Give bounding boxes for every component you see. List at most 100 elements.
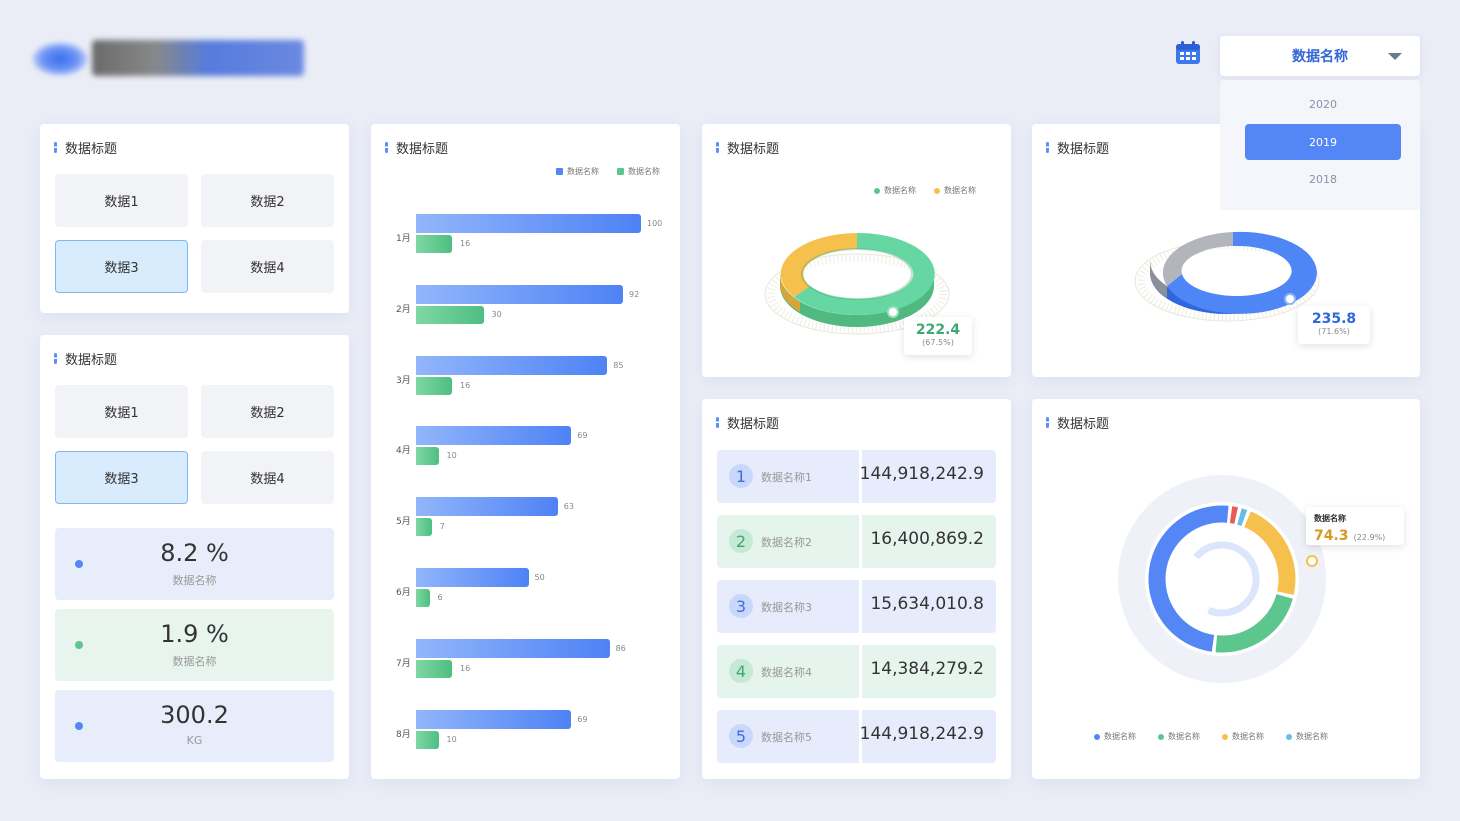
legend-swatch — [617, 168, 624, 175]
bar-series2[interactable] — [416, 589, 430, 607]
tile-data3[interactable]: 数据3 — [55, 451, 188, 504]
stat-value: 8.2 % — [160, 539, 229, 567]
list-item[interactable]: 3 数据名称3 15,634,010.8 — [717, 580, 996, 633]
dropdown-label: 数据名称 — [1292, 49, 1348, 65]
year-option-2018[interactable]: 2018 — [1245, 161, 1401, 197]
legend-item: 数据名称 — [1094, 731, 1136, 742]
legend-swatch — [556, 168, 563, 175]
bar-row: 8月 69 10 — [371, 709, 681, 770]
bar-category-label: 3月 — [396, 375, 411, 386]
bar-series1[interactable] — [416, 355, 608, 375]
title-bar-icon — [54, 142, 57, 153]
rank-badge: 1 — [729, 464, 753, 488]
tile-data2[interactable]: 数据2 — [201, 174, 334, 227]
callout-name: 数据名称 — [1314, 514, 1346, 523]
year-option-2020[interactable]: 2020 — [1245, 86, 1401, 122]
tile-data4[interactable]: 数据4 — [201, 240, 334, 293]
item-value: 14,384,279.2 — [870, 659, 984, 679]
stat-card: 8.2 % 数据名称 — [55, 528, 334, 600]
row-divider — [859, 515, 862, 568]
bar-series2[interactable] — [416, 305, 484, 324]
bar-value-label: 10 — [446, 451, 457, 461]
bar-category-label: 4月 — [396, 446, 411, 457]
bar-category-label: 8月 — [396, 729, 411, 740]
panel-ranking: 数据标题 1 数据名称1 144,918,242.9 2 数据名称2 16,400,869… — [702, 399, 1011, 779]
panel-bar-chart: 数据标题 数据名称 数据名称 1月 100 16 2月 92 30 3月 85 16 4月 69 10… — [371, 124, 680, 779]
list-item[interactable]: 2 数据名称2 16,400,869.2 — [717, 515, 996, 568]
panel-tiles-1: 数据标题 数据1 数据2 数据3 数据4 — [40, 124, 349, 313]
bar-row: 6月 50 6 — [371, 568, 681, 628]
panel-title: 数据标题 — [54, 138, 117, 157]
bar-series2[interactable] — [416, 730, 439, 749]
brand-logo — [32, 38, 304, 78]
bar-value-label: 10 — [446, 734, 457, 744]
bar-series1[interactable] — [416, 284, 623, 304]
bar-series1[interactable] — [416, 497, 558, 517]
row-divider — [859, 580, 862, 633]
item-name: 数据名称1 — [761, 471, 812, 484]
stat-value: 1.9 % — [160, 620, 229, 648]
list-item[interactable]: 4 数据名称4 14,384,279.2 — [717, 645, 996, 698]
stat-label: 数据名称 — [172, 574, 217, 587]
item-value: 15,634,010.8 — [870, 594, 984, 614]
legend-item: 数据名称 — [556, 166, 599, 177]
rank-badge: 4 — [729, 659, 753, 683]
tile-data1[interactable]: 数据1 — [55, 174, 188, 227]
stat-label: KG — [186, 734, 203, 747]
bar-series2[interactable] — [416, 659, 452, 678]
list-item[interactable]: 1 数据名称1 144,918,242.9 — [717, 450, 996, 503]
callout-value: 235.8 — [1311, 311, 1357, 327]
item-value: 144,918,242.9 — [859, 724, 984, 744]
legend-swatch — [1286, 733, 1292, 740]
bar-value-label: 63 — [563, 502, 574, 512]
bar-category-label: 1月 — [396, 234, 411, 244]
bar-series1[interactable] — [416, 426, 572, 446]
bar-value-label: 7 — [439, 522, 445, 532]
callout-percent: (67.5%) — [922, 338, 954, 347]
list-item[interactable]: 5 数据名称5 144,918,242.9 — [717, 710, 996, 763]
donut-chart — [1118, 475, 1326, 683]
bar-row: 7月 86 16 — [371, 638, 681, 699]
bar-category-label: 2月 — [396, 304, 411, 315]
callout-value: 222.4 — [915, 322, 961, 338]
donut-callout: 222.4 (67.5%) — [904, 317, 972, 355]
calendar-icon[interactable] — [1175, 41, 1201, 65]
bar-series2[interactable] — [416, 235, 452, 253]
legend-item: 数据名称 — [1158, 731, 1200, 742]
stat-card: 300.2 KG — [55, 690, 334, 762]
rank-badge: 2 — [729, 529, 753, 553]
bar-value-label: 86 — [615, 643, 626, 653]
bar-value-label: 50 — [534, 573, 545, 582]
bar-value-label: 69 — [577, 714, 588, 724]
item-value: 16,400,869.2 — [870, 529, 984, 549]
year-option-2019[interactable]: 2019 — [1245, 124, 1401, 160]
bar-row: 4月 69 10 — [371, 426, 681, 486]
logo-mark-icon — [32, 42, 88, 76]
row-divider — [859, 645, 862, 698]
bar-row: 5月 63 7 — [371, 497, 681, 557]
tile-data1[interactable]: 数据1 — [55, 385, 188, 438]
tile-data3[interactable]: 数据3 — [55, 240, 188, 293]
rank-badge: 3 — [729, 594, 753, 618]
bar-series1[interactable] — [416, 214, 641, 233]
item-name: 数据名称5 — [761, 731, 812, 744]
panel-title: 数据标题 — [716, 413, 779, 432]
item-name: 数据名称2 — [761, 536, 812, 549]
bar-series1[interactable] — [416, 709, 572, 729]
year-menu: 2020 2019 2018 — [1220, 80, 1420, 210]
bar-series1[interactable] — [416, 568, 529, 587]
panel-tiles-stats: 数据标题 数据1 数据2 数据3 数据4 8.2 % 数据名称 1.9 % 数据… — [40, 335, 349, 779]
tile-data2[interactable]: 数据2 — [201, 385, 334, 438]
title-bar-icon — [716, 417, 719, 428]
bar-series2[interactable] — [416, 518, 432, 537]
tile-data4[interactable]: 数据4 — [201, 451, 334, 504]
data-name-dropdown[interactable]: 数据名称 — [1220, 36, 1420, 76]
chart-legend: 数据名称 数据名称 — [556, 166, 660, 177]
legend-swatch — [1222, 733, 1228, 740]
bar-series1[interactable] — [416, 638, 610, 658]
bar-series2[interactable] — [416, 376, 452, 395]
panel-title: 数据标题 — [54, 349, 117, 368]
bar-series2[interactable] — [416, 447, 439, 466]
bar-value-label: 30 — [491, 309, 502, 319]
donut-marker — [1306, 555, 1318, 567]
